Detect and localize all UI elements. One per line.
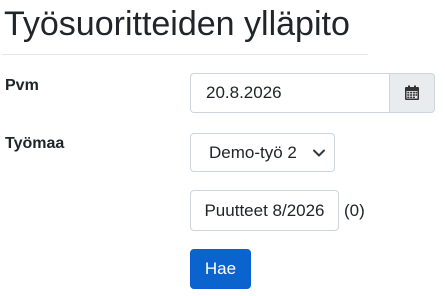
page-title: Työsuoritteiden ylläpito [4, 5, 350, 43]
date-label: Pvm [5, 77, 39, 94]
site-select-value: Demo-työ 2 [209, 142, 297, 162]
date-field[interactable] [190, 73, 389, 113]
calendar-icon [405, 85, 419, 100]
missing-count: (0) [344, 201, 365, 220]
site-select[interactable]: Demo-työ 2 [190, 133, 335, 172]
site-label: Työmaa [5, 135, 65, 152]
date-picker-button[interactable] [389, 73, 435, 113]
title-divider [2, 54, 368, 55]
chevron-down-icon [304, 133, 334, 172]
date-input-group [190, 73, 435, 113]
missing-entries-button[interactable]: Puutteet 8/2026 [190, 190, 339, 231]
search-button[interactable]: Hae [190, 249, 251, 289]
